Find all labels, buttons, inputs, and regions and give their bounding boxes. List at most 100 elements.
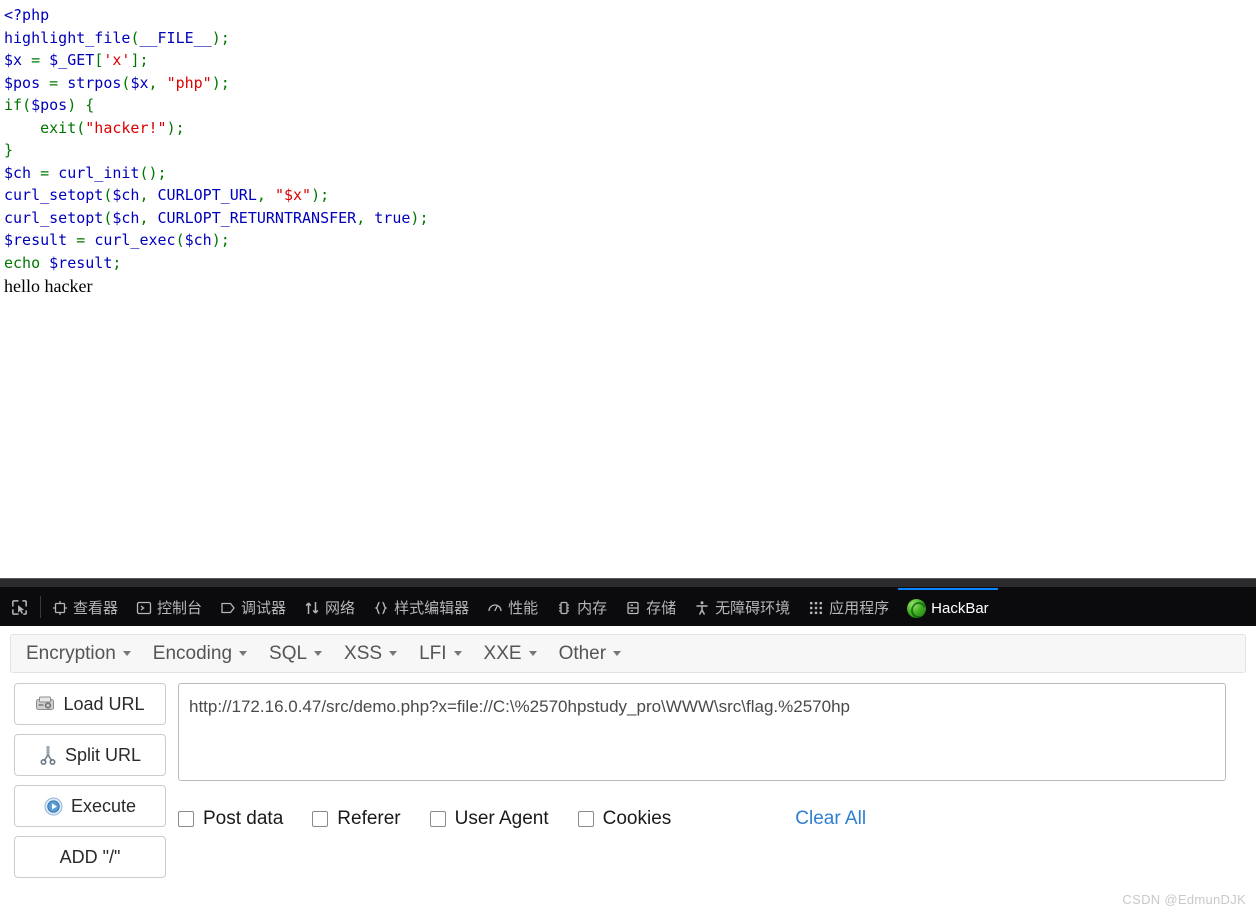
menu-label: Encoding <box>152 642 233 664</box>
chevron-down-icon <box>122 651 131 656</box>
tab-memory[interactable]: 内存 <box>547 588 616 626</box>
code-line: $x = $_GET['x']; <box>4 49 1256 72</box>
menu-lfi[interactable]: LFI <box>408 638 472 670</box>
checkbox-user-agent[interactable] <box>429 811 446 827</box>
tab-console[interactable]: 控制台 <box>127 588 211 626</box>
code-token: = <box>76 231 95 249</box>
menu-xss[interactable]: XSS <box>333 638 408 670</box>
code-token: ) { <box>67 96 95 114</box>
add-slash-button[interactable]: ADD "/" <box>14 836 166 878</box>
button-label: Split URL <box>64 744 142 765</box>
code-token: } <box>4 141 14 159</box>
memory-icon <box>556 600 572 616</box>
code-token: = <box>49 73 68 92</box>
code-token: ) <box>211 73 221 92</box>
code-line: curl_setopt($ch, CURLOPT_URL, "$x"); <box>4 184 1256 207</box>
hackbar-body: Load URL Split URL Execute ADD "/" http:… <box>0 673 1256 878</box>
tab-label: 无障碍环境 <box>715 599 791 617</box>
clear-all-link[interactable]: Clear All <box>795 808 866 830</box>
code-token: $pos <box>4 73 50 92</box>
tab-style-editor[interactable]: 样式编辑器 <box>364 588 478 626</box>
code-token: if <box>4 96 23 114</box>
menu-label: XSS <box>344 642 383 664</box>
code-token: $ch <box>4 163 41 182</box>
tab-network[interactable]: 网络 <box>295 588 364 626</box>
menu-sql[interactable]: SQL <box>258 638 333 670</box>
code-token: curl_init <box>58 163 140 182</box>
menu-label: XXE <box>483 642 522 664</box>
option-post-data[interactable]: Post data <box>178 808 283 830</box>
tab-application[interactable]: 应用程序 <box>799 588 898 626</box>
code-token: echo <box>4 253 50 272</box>
tab-debugger[interactable]: 调试器 <box>211 588 295 626</box>
option-user-agent[interactable]: User Agent <box>429 808 549 830</box>
load-url-icon <box>35 695 55 713</box>
code-token: , <box>256 186 275 204</box>
code-token: exit <box>40 118 77 137</box>
menu-xxe[interactable]: XXE <box>473 638 548 670</box>
code-token: ; <box>175 118 185 137</box>
code-token: ) <box>166 118 176 137</box>
code-token: [ <box>94 51 104 69</box>
page-content-area: <?php highlight_file(__FILE__); $x = $_GET… <box>0 0 1256 578</box>
code-token: $ch <box>112 208 140 227</box>
option-label: Post data <box>203 808 284 829</box>
button-label: Execute <box>70 795 137 816</box>
code-token: $result <box>49 253 113 272</box>
menu-other[interactable]: Other <box>548 638 633 670</box>
code-token: $result <box>4 231 77 249</box>
code-token: $pos <box>31 96 68 114</box>
code-token: $_GET <box>49 51 95 69</box>
performance-icon <box>487 600 503 616</box>
code-token: $ch <box>112 186 140 204</box>
code-token: true <box>374 208 411 227</box>
devtools-panel: 查看器 控制台 调试器 网络 样式编辑器 性能 内存 存储 无障碍环境 应用程序… <box>0 578 1256 912</box>
code-line: $pos = strpos($x, "php"); <box>4 72 1256 95</box>
tab-inspector[interactable]: 查看器 <box>43 588 127 626</box>
tab-label: 性能 <box>508 599 539 617</box>
hackbar-panel: Encryption Encoding SQL XSS LFI XXE Othe… <box>0 626 1256 912</box>
hackbar-button-column: Load URL Split URL Execute ADD "/" <box>14 683 166 878</box>
code-token: = <box>40 163 59 182</box>
code-token: $ch <box>184 231 212 249</box>
tab-accessibility[interactable]: 无障碍环境 <box>685 588 799 626</box>
menu-encoding[interactable]: Encoding <box>142 638 258 670</box>
execute-button[interactable]: Execute <box>14 785 166 827</box>
code-token: ; <box>112 253 122 272</box>
url-input[interactable] <box>178 683 1226 781</box>
tab-hackbar[interactable]: HackBar <box>898 588 998 626</box>
code-token: curl_setopt <box>4 208 104 227</box>
split-url-icon <box>39 745 57 765</box>
code-line: <?php <box>4 4 1256 27</box>
option-referer[interactable]: Referer <box>312 808 401 830</box>
code-token: ; <box>419 208 429 227</box>
tab-performance[interactable]: 性能 <box>478 588 547 626</box>
devtools-tab-bar: 查看器 控制台 调试器 网络 样式编辑器 性能 内存 存储 无障碍环境 应用程序… <box>0 588 1256 626</box>
menu-label: Encryption <box>26 642 116 664</box>
tab-label: 内存 <box>577 599 608 617</box>
checkbox-cookies[interactable] <box>577 811 594 827</box>
code-token: ( <box>175 231 185 249</box>
code-token: curl_exec <box>94 231 176 249</box>
element-picker-icon[interactable] <box>0 588 38 626</box>
option-label: Cookies <box>602 808 672 829</box>
split-url-button[interactable]: Split URL <box>14 734 166 776</box>
debugger-icon <box>220 600 236 616</box>
tab-label: 网络 <box>325 599 356 617</box>
tab-storage[interactable]: 存储 <box>616 588 685 626</box>
code-line: highlight_file(__FILE__); <box>4 27 1256 50</box>
code-token: curl_setopt <box>4 186 104 204</box>
option-label: Referer <box>337 808 401 829</box>
code-token: ; <box>157 163 167 182</box>
echo-output-text: hello hacker <box>4 276 93 296</box>
devtools-splitter[interactable] <box>0 579 1256 588</box>
hackbar-options-row: Post data Referer User Agent Cookies Cle… <box>178 808 1256 830</box>
menu-encryption[interactable]: Encryption <box>15 638 142 670</box>
code-token: ) <box>211 231 221 249</box>
menu-label: Other <box>558 642 607 664</box>
code-token: CURLOPT_URL <box>157 186 257 204</box>
checkbox-referer[interactable] <box>312 811 329 827</box>
checkbox-post-data[interactable] <box>178 811 194 827</box>
load-url-button[interactable]: Load URL <box>14 683 166 725</box>
option-cookies[interactable]: Cookies <box>577 808 672 830</box>
